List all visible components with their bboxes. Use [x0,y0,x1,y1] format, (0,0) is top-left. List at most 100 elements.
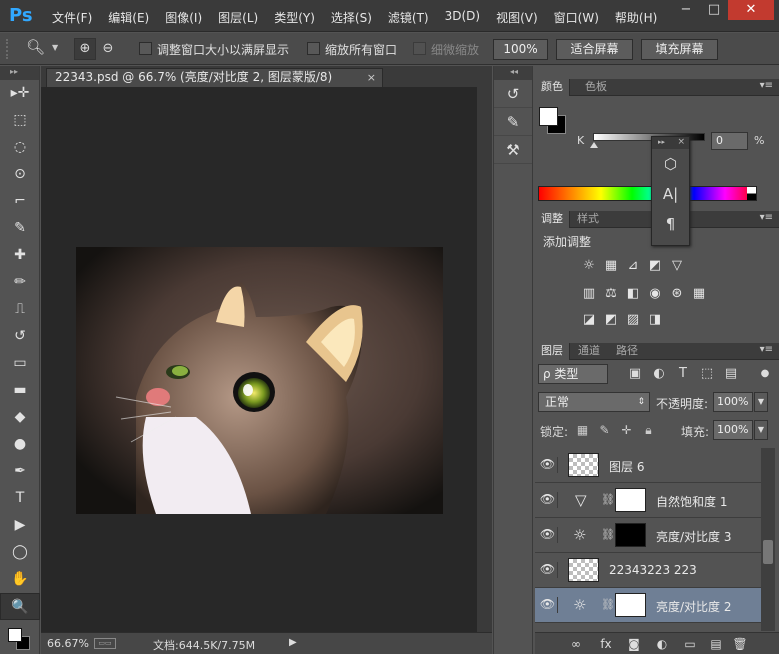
layer-mask-thumbnail[interactable] [615,523,646,547]
visibility-eye-icon[interactable]: 👁︎ [538,527,558,543]
layer-row-layer6[interactable]: 👁︎ 图层 6 [535,448,761,483]
menu-file[interactable]: 文件(F) [44,9,100,26]
black-white-swatch[interactable] [747,187,756,200]
tool-presets-icon[interactable]: ⚒ [494,136,532,164]
gradient-tool-icon[interactable]: ▬ [0,377,40,404]
layer-name[interactable]: 自然饱和度 1 [656,493,727,510]
canvas[interactable] [41,87,475,632]
layers-scrollbar-thumb[interactable] [763,540,773,564]
fill-field[interactable]: 100% [713,420,753,440]
layer-mask-thumbnail[interactable] [615,488,646,512]
vibrance-icon[interactable]: ▽ [668,257,686,275]
tab-paths[interactable]: 路径 [610,343,644,360]
delete-layer-icon[interactable]: 🗑 [731,636,749,652]
layer-style-icon[interactable]: fx [597,636,615,652]
k-value-field[interactable]: 0 [711,132,748,150]
invert-icon[interactable]: ◪ [580,311,598,329]
crop-tool-icon[interactable]: ⌐ [0,188,40,215]
lasso-tool-icon[interactable]: ◌ [0,134,40,161]
maximize-button[interactable]: □ [700,0,728,20]
dodge-tool-icon[interactable]: ● [0,431,40,458]
close-tab-icon[interactable]: × [367,69,376,86]
new-group-icon[interactable]: ▭ [681,636,699,652]
lock-transparent-icon[interactable]: ▦ [575,423,590,438]
layers-scrollbar[interactable] [761,448,775,631]
zoom-icon[interactable]: 🔍︎ [26,38,45,56]
filter-toggle-icon[interactable]: ● [757,365,773,383]
tab-adjustments[interactable]: 调整 [535,211,570,228]
layer-name[interactable]: 22343223 223 [609,563,697,577]
menu-view[interactable]: 视图(V) [488,9,546,26]
filter-adjustment-icon[interactable]: ◐ [651,365,667,383]
link-layers-icon[interactable]: ∞ [567,636,585,652]
menu-select[interactable]: 选择(S) [323,9,380,26]
quick-select-tool-icon[interactable]: ⊙ [0,161,40,188]
character-panel-icon[interactable]: A| [652,179,689,209]
history-panel-icon[interactable]: ↺ [494,80,532,108]
options-grip[interactable] [6,39,9,59]
floating-close-icon[interactable]: × [677,137,685,148]
hue-saturation-icon[interactable]: ▥ [580,285,598,303]
panel-menu-icon[interactable]: ▾≡ [760,344,773,355]
layer-row-brightness2[interactable]: 👁︎ ☼ ⛓ 亮度/对比度 2 [535,588,761,623]
floating-collapse-icon[interactable]: ▸▸ [658,138,665,146]
menu-image[interactable]: 图像(I) [157,9,210,26]
status-menu-arrow-icon[interactable]: ▶ [289,637,297,648]
history-brush-tool-icon[interactable]: ↺ [0,323,40,350]
blend-mode-select[interactable]: 正常 ⇕ [538,392,650,412]
zoom-tool-icon[interactable]: 🔍 [0,593,40,620]
healing-tool-icon[interactable]: ✚ [0,242,40,269]
marquee-tool-icon[interactable]: ⬚ [0,107,40,134]
menu-type[interactable]: 类型(Y) [266,9,323,26]
layer-name[interactable]: 亮度/对比度 3 [656,528,732,545]
layer-row-vibrance1[interactable]: 👁︎ ▽ ⛓ 自然饱和度 1 [535,483,761,518]
layer-mask-thumbnail[interactable] [615,593,646,617]
mask-link-icon[interactable]: ⛓ [601,493,615,506]
new-layer-icon[interactable]: ▤ [707,636,725,652]
menu-filter[interactable]: 滤镜(T) [380,9,437,26]
menu-window[interactable]: 窗口(W) [546,9,607,26]
panel-menu-icon[interactable]: ▾≡ [760,80,773,91]
blur-tool-icon[interactable]: ◆ [0,404,40,431]
exposure-icon[interactable]: ◩ [646,257,664,275]
new-adjustment-icon[interactable]: ◐ [653,636,671,652]
brush-presets-icon[interactable]: ✎ [494,108,532,136]
fill-screen-button[interactable]: 填充屏幕 [641,39,718,60]
shape-tool-icon[interactable]: ◯ [0,539,40,566]
scrubby-zoom-checkbox[interactable] [413,42,426,55]
tab-layers[interactable]: 图层 [535,343,570,360]
filter-pixel-icon[interactable]: ▣ [627,365,643,383]
foreground-color-swatch[interactable] [8,628,22,642]
lock-all-icon[interactable]: 🔒︎ [641,423,656,438]
fill-dropdown-icon[interactable]: ▼ [754,420,768,440]
path-select-tool-icon[interactable]: ▶ [0,512,40,539]
threshold-icon[interactable]: ▨ [624,311,642,329]
levels-icon[interactable]: ▦ [602,257,620,275]
add-mask-icon[interactable]: ◙ [625,636,643,652]
tool-preset-dropdown-icon[interactable]: ▼ [52,43,58,52]
move-tool-icon[interactable]: ▸✛ [0,80,40,107]
zoom-all-checkbox[interactable] [307,42,320,55]
hand-tool-icon[interactable]: ✋ [0,566,40,593]
mask-link-icon[interactable]: ⛓ [601,598,615,611]
photo-filter-icon[interactable]: ◉ [646,285,664,303]
lock-position-icon[interactable]: ✛ [619,423,634,438]
layer-row-brightness3[interactable]: 👁︎ ☼ ⛓ 亮度/对比度 3 [535,518,761,553]
type-tool-icon[interactable]: T [0,485,40,512]
menu-3d[interactable]: 3D(D) [437,9,488,26]
status-zoom-level[interactable]: 66.67% [47,637,89,650]
visibility-eye-icon[interactable]: 👁︎ [538,457,558,473]
layer-name[interactable]: 亮度/对比度 2 [656,598,732,615]
visibility-eye-icon[interactable]: 👁︎ [538,597,558,613]
resize-windows-checkbox[interactable] [139,42,152,55]
eyedropper-tool-icon[interactable]: ✎ [0,215,40,242]
filter-type-icon[interactable]: T [675,365,691,383]
lock-image-icon[interactable]: ✎ [597,423,612,438]
brush-tool-icon[interactable]: ✏ [0,269,40,296]
zoom-out-button[interactable]: ⊖ [97,38,119,60]
layer-row-22343223[interactable]: 👁︎ 22343223 223 [535,553,761,588]
3d-panel-icon[interactable]: ⬡ [652,149,689,179]
zoom-in-button[interactable]: ⊕ [74,38,96,60]
filter-shape-icon[interactable]: ⬚ [699,365,715,383]
minimize-button[interactable]: − [672,0,700,20]
